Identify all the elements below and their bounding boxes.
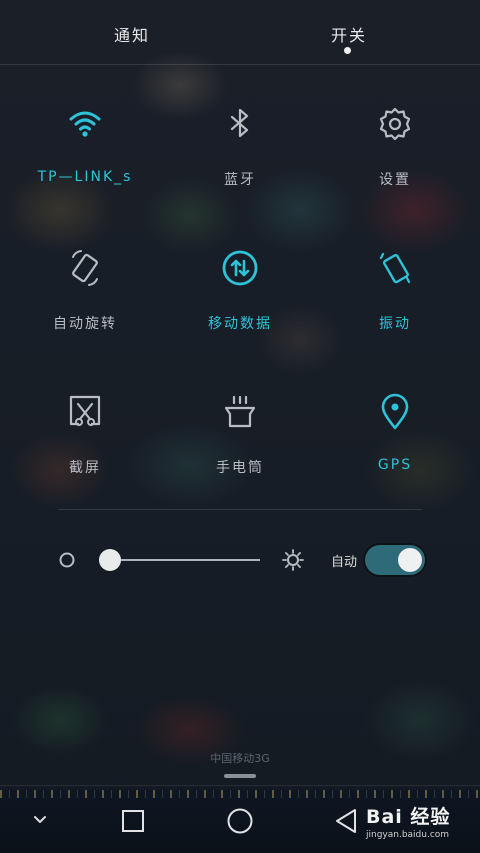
city-lights-strip [0,790,480,798]
mobile-data-label: 移动数据 [208,316,272,332]
active-tab-indicator [344,47,351,54]
flashlight-label: 手电筒 [216,460,264,476]
settings-tile[interactable]: 设置 [325,104,465,214]
auto-rotate-icon [72,250,98,286]
switch-knob [398,548,422,572]
auto-rotate-toggle[interactable]: 自动旋转 [15,248,155,358]
drag-handle[interactable] [224,774,256,778]
wifi-toggle[interactable]: TP—LINK_s [15,104,155,214]
grid-divider [58,509,422,510]
settings-label: 设置 [379,172,411,188]
brightness-slider-track[interactable] [110,559,260,561]
gear-icon [379,107,411,141]
vibrate-label: 振动 [379,316,411,332]
flashlight-toggle[interactable]: 手电筒 [170,392,310,502]
gps-label: GPS [377,457,413,473]
wifi-icon [69,111,101,137]
screenshot-label: 截屏 [69,460,101,476]
tab-bar: 通知 开关 [0,0,480,64]
brightness-slider-thumb[interactable] [99,549,121,571]
vibrate-icon [379,252,411,284]
auto-rotate-label: 自动旋转 [53,316,117,332]
tab-switches[interactable]: 开关 [331,22,367,46]
auto-brightness-label: 自动 [331,555,358,570]
home-circle-icon[interactable] [226,807,254,835]
flashlight-icon [224,395,256,428]
tab-notifications[interactable]: 通知 [114,22,150,46]
recents-square-icon[interactable] [121,809,145,833]
back-triangle-icon[interactable] [333,807,359,835]
chevron-down-icon[interactable] [32,814,48,826]
location-pin-icon [381,393,409,430]
watermark-brand: Bai 经验 [366,806,451,828]
auto-brightness-switch[interactable] [365,545,425,575]
carrier-label: 中国移动3G [210,752,270,765]
tab-divider [0,64,480,65]
screenshot-icon [69,395,101,426]
bottom-divider [0,785,480,786]
screenshot-tile[interactable]: 截屏 [15,392,155,502]
brightness-high-icon [282,549,304,571]
gps-toggle[interactable]: GPS [325,392,465,502]
bluetooth-icon [230,108,249,138]
vibrate-toggle[interactable]: 振动 [325,248,465,358]
mobile-data-icon [222,250,258,286]
watermark-url: jingyan.baidu.com [366,830,450,840]
bluetooth-toggle[interactable]: 蓝牙 [170,104,310,214]
bluetooth-label: 蓝牙 [224,172,256,188]
baidu-jingyan-watermark: Bai 经验 jingyan.baidu.com [366,802,450,840]
mobile-data-toggle[interactable]: 移动数据 [170,248,310,358]
wifi-label: TP—LINK_s [37,169,133,185]
brightness-low-icon [59,552,75,568]
